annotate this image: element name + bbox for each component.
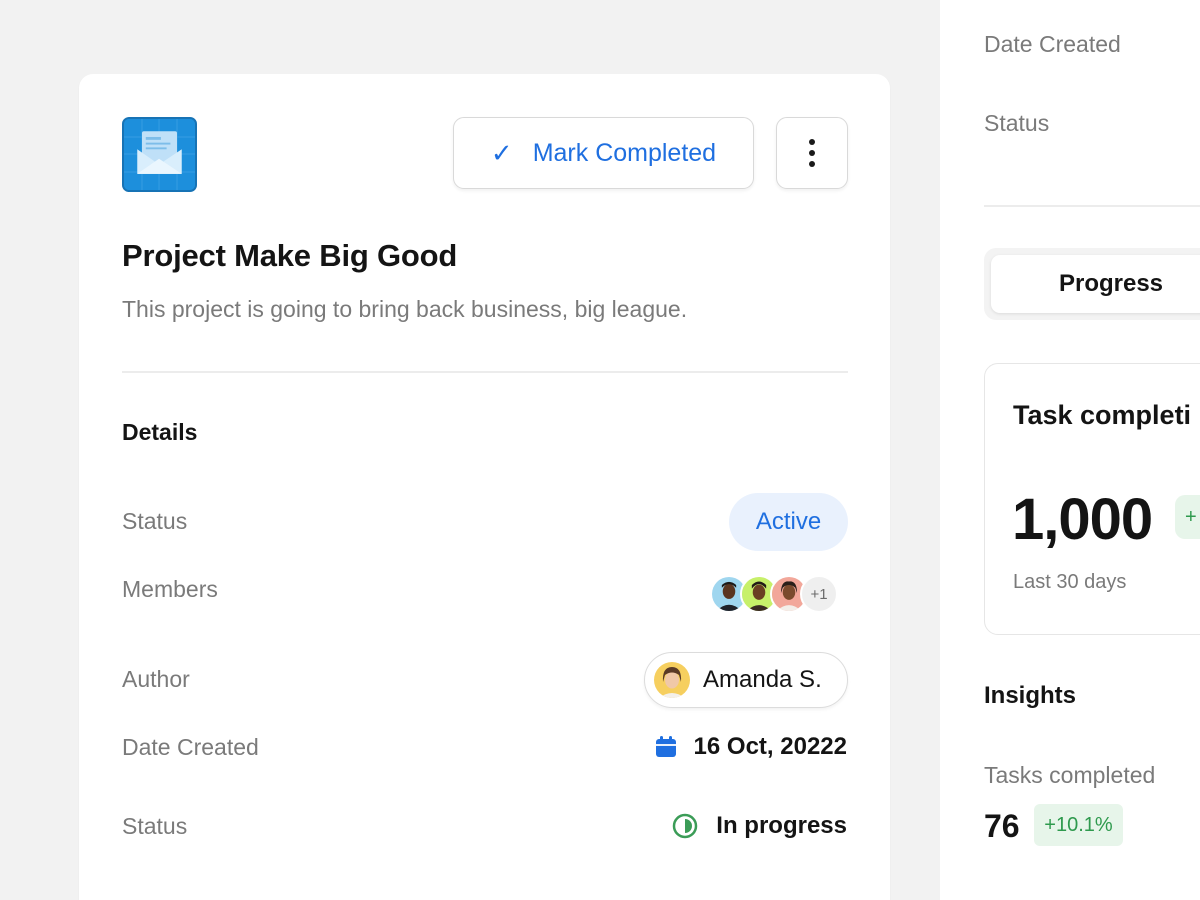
divider xyxy=(984,205,1200,207)
tasks-completed-label: Tasks completed xyxy=(984,762,1156,788)
task-completion-title: Task completi xyxy=(1013,400,1192,430)
side-status-label: Status xyxy=(984,110,1050,136)
members-avatars[interactable]: +1 xyxy=(710,574,838,614)
date-created-text: 16 Oct, 20222 xyxy=(693,733,847,760)
mark-completed-label: Mark Completed xyxy=(532,138,717,167)
author-chip[interactable]: Amanda S. xyxy=(644,652,848,708)
mark-completed-button[interactable]: ✓ Mark Completed xyxy=(453,117,754,189)
status-badge[interactable]: Active xyxy=(729,493,848,551)
side-panel: Date Created Status Progress Task comple… xyxy=(940,0,1200,900)
date-created-value: 16 Oct, 20222 xyxy=(655,733,847,761)
more-vertical-icon xyxy=(809,139,815,167)
task-completion-card: Task completi 1,000 + Last 30 days xyxy=(984,363,1200,635)
divider xyxy=(122,371,848,373)
task-completion-value: 1,000 xyxy=(1012,487,1153,552)
project-description: This project is going to bring back busi… xyxy=(122,296,688,322)
progress-status-value: In progress xyxy=(672,812,847,840)
check-icon: ✓ xyxy=(490,138,513,168)
date-created-label: Date Created xyxy=(122,734,259,760)
author-name: Amanda S. xyxy=(703,666,822,693)
calendar-icon xyxy=(655,736,676,757)
insights-heading: Insights xyxy=(984,682,1077,709)
avatar xyxy=(654,662,690,698)
author-label: Author xyxy=(122,666,190,692)
tab-progress[interactable]: Progress xyxy=(991,255,1200,313)
status-label: Status xyxy=(122,508,188,534)
task-completion-delta-badge: + xyxy=(1175,495,1200,539)
progress-status-label: Status xyxy=(122,813,188,839)
project-card: ✓ Mark Completed Project Make Big Good T… xyxy=(79,74,890,900)
details-heading: Details xyxy=(122,419,198,445)
half-circle-icon xyxy=(673,813,698,839)
progress-status-text: In progress xyxy=(716,812,847,839)
tabs: Progress xyxy=(984,248,1200,320)
more-options-button[interactable] xyxy=(776,117,848,189)
envelope-icon xyxy=(122,117,197,192)
tasks-completed-value: 76 xyxy=(984,808,1020,844)
members-more-count[interactable]: +1 xyxy=(800,575,838,613)
project-title: Project Make Big Good xyxy=(122,238,458,273)
task-completion-period: Last 30 days xyxy=(1013,571,1127,593)
tasks-completed-delta-badge: +10.1% xyxy=(1034,804,1123,846)
side-date-created-label: Date Created xyxy=(984,31,1121,57)
members-label: Members xyxy=(122,576,218,602)
